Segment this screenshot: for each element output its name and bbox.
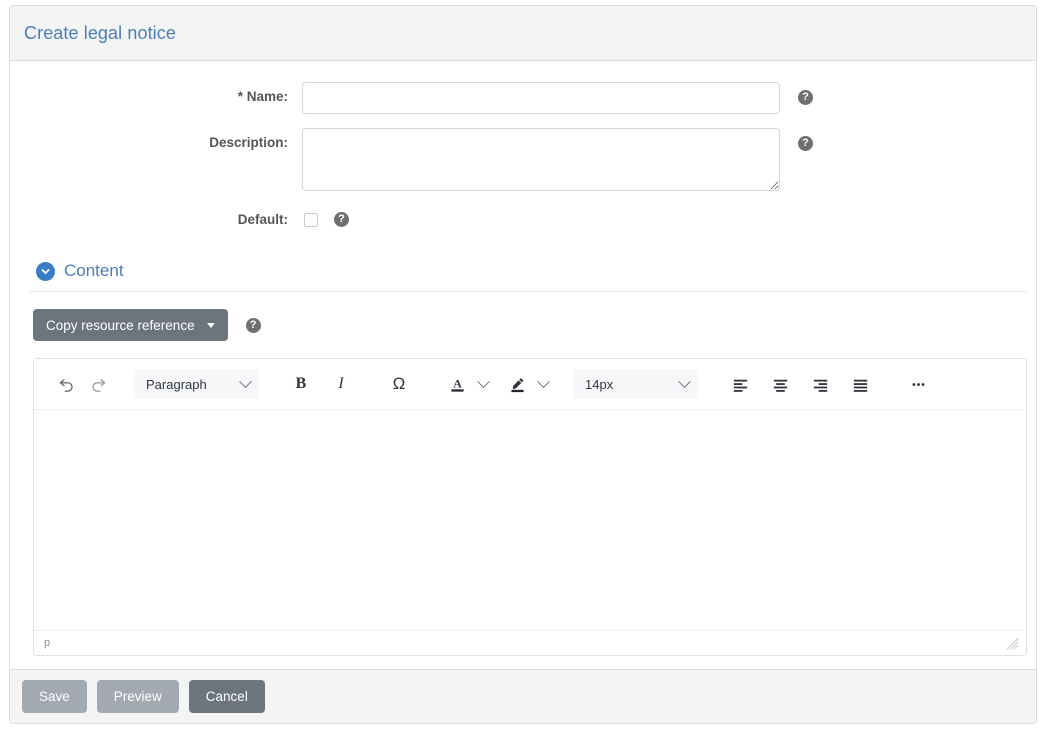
italic-button[interactable]: I — [325, 368, 357, 400]
font-color-split-button: A — [441, 368, 493, 400]
font-color-button[interactable]: A — [441, 368, 473, 400]
rich-text-editor: Paragraph B I Ω A 14px p — [33, 358, 1027, 656]
description-control-wrap: ? — [302, 128, 813, 191]
align-left-icon — [733, 379, 747, 392]
chevron-down-icon — [536, 374, 550, 388]
panel-body: * Name: ? Description: ? Default: ? Cont… — [10, 61, 1036, 669]
form-row-description: Description: ? — [10, 128, 1036, 191]
default-control-wrap: ? — [302, 205, 349, 227]
align-center-button[interactable] — [764, 368, 796, 400]
chevron-down-icon — [476, 374, 490, 388]
copy-resource-reference-button[interactable]: Copy resource reference — [33, 309, 228, 341]
create-legal-notice-panel: Create legal notice * Name: ? Descriptio… — [9, 5, 1037, 724]
align-justify-button[interactable] — [844, 368, 876, 400]
highlight-color-split-button — [501, 368, 553, 400]
special-character-button[interactable]: Ω — [383, 368, 415, 400]
align-justify-icon — [853, 379, 867, 392]
form-row-name: * Name: ? — [10, 82, 1036, 114]
editor-toolbar: Paragraph B I Ω A 14px — [34, 359, 1026, 410]
redo-arrow-icon — [91, 378, 105, 392]
chevron-down-icon — [678, 374, 691, 388]
content-section-title: Content — [64, 261, 124, 280]
name-help-icon[interactable]: ? — [798, 90, 813, 105]
page-root: Create legal notice * Name: ? Descriptio… — [0, 0, 1046, 729]
font-color-a-icon: A — [450, 376, 464, 392]
highlighter-pen-icon — [510, 377, 524, 392]
chevron-down-circle-icon[interactable] — [36, 261, 55, 281]
form-row-default: Default: ? — [10, 205, 1036, 235]
font-size-select[interactable]: 14px — [573, 369, 698, 399]
caret-down-icon — [206, 322, 215, 328]
description-help-icon[interactable]: ? — [798, 136, 813, 151]
content-section-header[interactable]: Content — [10, 251, 1036, 281]
bold-icon: B — [295, 375, 307, 392]
panel-footer: Save Preview Cancel — [10, 669, 1036, 723]
description-label: Description: — [209, 135, 288, 150]
italic-icon: I — [338, 375, 344, 392]
default-checkbox[interactable] — [304, 213, 318, 227]
align-left-button[interactable] — [724, 368, 756, 400]
name-control-wrap: ? — [302, 82, 813, 114]
align-right-button[interactable] — [804, 368, 836, 400]
svg-text:A: A — [453, 376, 462, 390]
redo-button[interactable] — [82, 368, 114, 400]
undo-arrow-icon — [59, 378, 73, 392]
align-center-icon — [773, 379, 787, 392]
copy-resource-reference-label: Copy resource reference — [46, 317, 195, 333]
page-title: Create legal notice — [24, 22, 176, 43]
omega-icon: Ω — [392, 374, 406, 393]
copy-resource-reference-row: Copy resource reference ? — [10, 292, 1036, 341]
bold-button[interactable]: B — [285, 368, 317, 400]
highlight-color-button[interactable] — [501, 368, 533, 400]
save-button[interactable]: Save — [22, 680, 87, 713]
name-input[interactable] — [302, 82, 780, 114]
default-label: Default: — [237, 212, 288, 227]
element-path[interactable]: p — [44, 637, 50, 649]
block-format-select[interactable]: Paragraph — [134, 369, 259, 399]
chevron-down-icon — [239, 374, 252, 388]
ellipsis-horizontal-icon — [912, 382, 924, 386]
font-size-value: 14px — [585, 376, 614, 392]
editor-content-area[interactable] — [34, 410, 1026, 630]
align-right-icon — [813, 379, 827, 392]
name-label: * Name: — [237, 89, 288, 104]
block-format-value: Paragraph — [146, 376, 207, 392]
more-options-button[interactable] — [902, 368, 934, 400]
resize-grip-icon[interactable] — [1004, 635, 1020, 651]
description-textarea[interactable] — [302, 128, 780, 191]
editor-status-bar: p — [34, 630, 1026, 655]
default-help-icon[interactable]: ? — [334, 212, 349, 227]
highlight-color-menu-button[interactable] — [533, 368, 553, 400]
cancel-button[interactable]: Cancel — [188, 680, 265, 713]
form-area: * Name: ? Description: ? Default: ? — [10, 61, 1036, 235]
panel-header: Create legal notice — [10, 6, 1036, 61]
copy-resource-reference-help-icon[interactable]: ? — [245, 317, 261, 333]
font-color-menu-button[interactable] — [473, 368, 493, 400]
undo-button[interactable] — [50, 368, 82, 400]
preview-button[interactable]: Preview — [96, 680, 179, 713]
